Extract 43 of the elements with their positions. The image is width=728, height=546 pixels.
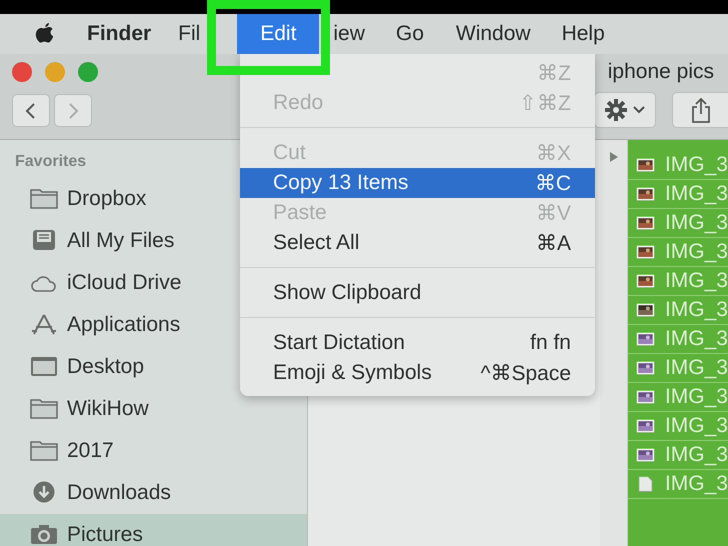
shortcut-text: ⇧⌘Z [519,90,571,116]
shortcut-text: ⌘C [534,170,571,196]
sidebar-item[interactable]: 2017 [0,430,307,472]
menu-item[interactable]: Start Dictation fn fn [240,328,595,358]
sidebar-item[interactable]: Pictures [0,514,307,546]
gear-icon [605,99,627,121]
menu-bar-item[interactable]: Go [396,14,424,54]
shortcut-text: ⌘A [536,230,571,256]
inbox-icon [30,229,58,253]
disclosure-icon[interactable] [608,151,618,163]
sidebar-heading: Favorites [14,153,88,172]
menu-bar-item[interactable]: Window [456,14,531,54]
menu-item[interactable]: Select All ⌘A [240,228,595,258]
desktop-icon [30,355,58,379]
back-button[interactable] [12,94,50,127]
sidebar-item[interactable]: WikiHow [0,388,307,430]
shortcut-text: ⌘Z [537,60,571,86]
shortcut-text: ⌘X [536,140,571,166]
folder-icon [30,439,58,463]
close-button[interactable] [12,62,32,82]
shortcut-text: ⌘V [536,200,571,226]
menu-bar-item[interactable]: iew [333,14,365,54]
app-store-icon [30,313,58,337]
menu-item[interactable]: Emoji & Symbols ^⌘Space [240,358,595,388]
shortcut-text: fn fn [530,331,571,355]
folder-icon [30,397,58,421]
shortcut-text: ^⌘Space [480,360,571,386]
camera-icon [30,523,58,546]
zoom-button[interactable] [78,62,98,82]
sidebar-item[interactable]: Downloads [0,472,307,514]
app-menu[interactable]: Finder [87,14,152,54]
menu-bar-item[interactable]: Help [562,14,605,54]
share-button[interactable] [672,92,728,128]
settings-button[interactable] [594,92,656,128]
menu-item[interactable]: Show Clipboard [240,278,595,308]
menu-bar-item[interactable]: Fil [178,14,200,54]
document-icon [636,474,655,494]
window-title: iphone pics [608,60,715,84]
menu-bar-item[interactable]: Edit [237,14,320,54]
menu-item[interactable]: Copy 13 Items ⌘C [240,168,595,198]
caret-icon [633,106,645,114]
share-icon [690,97,710,123]
folder-icon [30,187,58,211]
